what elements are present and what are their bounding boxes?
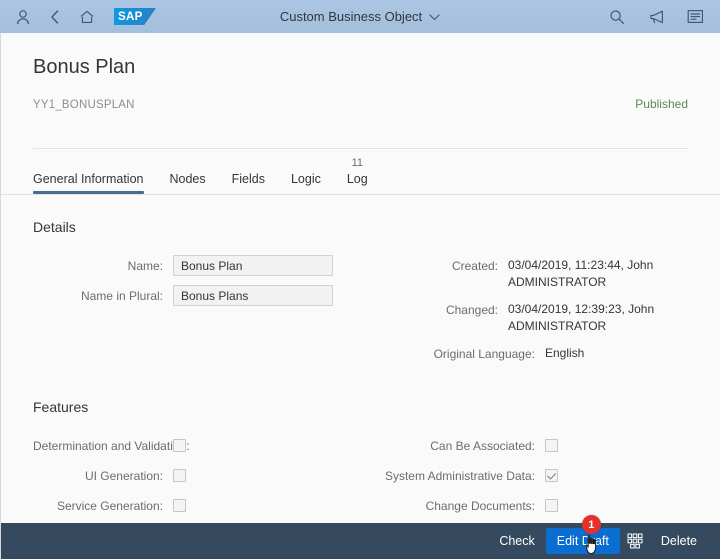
tab-log[interactable]: 11 Log bbox=[334, 150, 381, 194]
feature-service-generation-label: Service Generation: bbox=[56, 499, 163, 513]
feature-can-be-associated-checkbox[interactable] bbox=[545, 439, 558, 452]
field-created-row: Created: 03/04/2019, 11:23:44, John ADMI… bbox=[373, 255, 688, 291]
sap-logo-text: SAP bbox=[118, 10, 143, 23]
field-changed-label: Changed: bbox=[445, 303, 498, 317]
feature-change-documents-label: Change Documents: bbox=[425, 499, 535, 513]
feature-service-generation-row: Service Generation: bbox=[33, 495, 373, 517]
feature-system-administrative-data-label: System Administrative Data: bbox=[384, 469, 535, 483]
check-button[interactable]: Check bbox=[488, 528, 545, 554]
delete-button[interactable]: Delete bbox=[650, 528, 708, 554]
object-page-header: Bonus Plan YY1_BONUSPLAN Published bbox=[1, 33, 720, 149]
tab-label: General Information bbox=[33, 172, 144, 186]
field-original-language-row: Original Language: English bbox=[373, 343, 688, 365]
field-changed-row: Changed: 03/04/2019, 12:39:23, John ADMI… bbox=[373, 299, 688, 335]
field-name-plural-row: Name in Plural: bbox=[33, 285, 373, 307]
field-name-label: Name: bbox=[127, 259, 163, 273]
feature-system-administrative-data-row: System Administrative Data: bbox=[373, 465, 688, 487]
feature-can-be-associated-label: Can Be Associated: bbox=[430, 439, 535, 453]
edit-draft-button[interactable]: Edit Draft bbox=[545, 528, 620, 554]
feature-determination-validation-checkbox[interactable] bbox=[173, 439, 186, 452]
field-original-language-value: English bbox=[545, 346, 585, 360]
field-name-plural-label: Name in Plural: bbox=[80, 289, 163, 303]
feature-system-administrative-data-checkbox[interactable] bbox=[545, 469, 558, 482]
details-right-column: Created: 03/04/2019, 11:23:44, John ADMI… bbox=[373, 255, 688, 373]
feature-service-generation-checkbox[interactable] bbox=[173, 499, 186, 512]
features-left-column: Determination and Validation: UI Generat… bbox=[33, 435, 373, 525]
list-icon[interactable] bbox=[686, 8, 704, 26]
field-name-row: Name: bbox=[33, 255, 373, 277]
details-form: Name: Name in Plural: Created: 03/04/201… bbox=[33, 255, 688, 373]
field-created-label: Created: bbox=[451, 259, 498, 273]
tab-general-information[interactable]: General Information bbox=[33, 150, 156, 194]
feature-change-documents-checkbox[interactable] bbox=[545, 499, 558, 512]
header-divider bbox=[33, 148, 688, 149]
back-icon[interactable] bbox=[46, 8, 64, 26]
feature-change-documents-row: Change Documents: bbox=[373, 495, 688, 517]
object-header-subline: YY1_BONUSPLAN Published bbox=[33, 97, 688, 111]
object-technical-id: YY1_BONUSPLAN bbox=[33, 99, 135, 111]
features-section-title: Features bbox=[33, 399, 89, 415]
icon-tab-bar: General Information Nodes Fields Logic 1… bbox=[1, 149, 720, 195]
features-form: Determination and Validation: UI Generat… bbox=[33, 435, 688, 525]
tab-fields[interactable]: Fields bbox=[219, 150, 278, 194]
shell-title-label: Custom Business Object bbox=[279, 9, 423, 24]
shell-bar-right-group bbox=[608, 0, 704, 33]
edit-draft-wrapper: Edit Draft 1 bbox=[545, 515, 620, 555]
search-icon[interactable] bbox=[608, 8, 626, 26]
tab-logic[interactable]: Logic bbox=[278, 150, 334, 194]
megaphone-icon[interactable] bbox=[647, 8, 665, 26]
feature-ui-generation-checkbox[interactable] bbox=[173, 469, 186, 482]
feature-determination-validation-label: Determination and Validation: bbox=[33, 439, 190, 453]
status-badge: Published bbox=[635, 97, 688, 111]
name-input[interactable] bbox=[173, 255, 333, 276]
tab-nodes[interactable]: Nodes bbox=[156, 150, 218, 194]
field-changed-value: 03/04/2019, 12:39:23, John ADMINISTRATOR bbox=[508, 302, 655, 333]
tab-label: Logic bbox=[290, 172, 321, 186]
field-created-value: 03/04/2019, 11:23:44, John ADMINISTRATOR bbox=[508, 258, 654, 289]
footer-toolbar: Check Edit Draft 1 Delete bbox=[1, 515, 720, 559]
grid-icon[interactable] bbox=[622, 528, 648, 554]
tab-label: Log bbox=[346, 172, 368, 186]
object-page: Bonus Plan YY1_BONUSPLAN Published Gener… bbox=[0, 33, 720, 559]
step-badge: 1 bbox=[581, 515, 601, 534]
chevron-down-icon[interactable] bbox=[429, 8, 440, 26]
page-title: Bonus Plan bbox=[33, 56, 136, 78]
feature-ui-generation-label: UI Generation: bbox=[84, 469, 163, 483]
feature-can-be-associated-row: Can Be Associated: bbox=[373, 435, 688, 457]
shell-bar-left-group: SAP bbox=[14, 8, 156, 26]
tab-label: Nodes bbox=[169, 172, 206, 186]
user-icon[interactable] bbox=[14, 8, 32, 26]
feature-ui-generation-row: UI Generation: bbox=[33, 465, 373, 487]
home-icon[interactable] bbox=[78, 8, 96, 26]
features-section: Features Determination and Validation: U… bbox=[33, 399, 688, 525]
details-section-title: Details bbox=[33, 219, 76, 235]
name-plural-input[interactable] bbox=[173, 285, 333, 306]
feature-determination-validation-row: Determination and Validation: bbox=[33, 435, 373, 457]
page-content: Details Name: Name in Plural: Created: bbox=[1, 195, 720, 559]
sap-logo[interactable]: SAP bbox=[114, 8, 156, 25]
features-right-column: Can Be Associated: System Administrative… bbox=[373, 435, 688, 525]
field-original-language-label: Original Language: bbox=[433, 347, 535, 361]
shell-bar: SAP Custom Business Object bbox=[0, 0, 720, 33]
tab-count: 11 bbox=[351, 157, 363, 169]
tab-label: Fields bbox=[231, 172, 265, 186]
details-left-column: Name: Name in Plural: bbox=[33, 255, 373, 373]
app-window: SAP Custom Business Object Bonus Plan YY… bbox=[0, 0, 720, 559]
shell-title-button[interactable]: Custom Business Object bbox=[280, 8, 440, 26]
